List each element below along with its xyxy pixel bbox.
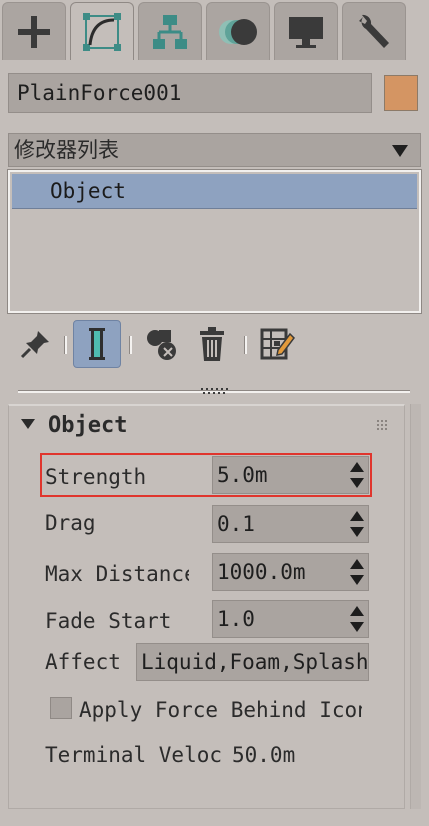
- collapse-triangle-icon[interactable]: [21, 419, 35, 429]
- spinner-arrows-icon[interactable]: [350, 606, 364, 632]
- command-panel-tabs: [0, 0, 429, 60]
- tab-utilities[interactable]: [342, 2, 406, 60]
- terminal-velocity-label: Terminal Veloc: [45, 743, 223, 767]
- object-name-field[interactable]: PlainForce001: [8, 73, 372, 113]
- apply-force-label[interactable]: Apply Force Behind Icon: [79, 698, 362, 722]
- strength-label: Strength: [45, 465, 147, 489]
- drag-label: Drag: [45, 511, 96, 535]
- strength-spinner[interactable]: 5.0m: [212, 456, 369, 494]
- affect-label: Affect: [45, 650, 121, 674]
- spinner-arrows-icon[interactable]: [350, 462, 364, 488]
- toolbar-separator: [64, 336, 67, 354]
- modifier-list-dropdown[interactable]: 修改器列表: [8, 133, 421, 167]
- drag-value: 0.1: [217, 512, 255, 536]
- configure-sets-icon: [260, 328, 295, 360]
- max-distance-value: 1000.0m: [217, 560, 306, 584]
- modifier-stack: Object: [7, 169, 422, 314]
- max-distance-spinner[interactable]: 1000.0m: [212, 553, 369, 591]
- configure-modifier-sets-button[interactable]: [253, 320, 301, 368]
- monitor-icon: [289, 16, 323, 48]
- modifier-list-label: 修改器列表: [14, 138, 119, 162]
- fade-start-value: 1.0: [217, 607, 255, 631]
- spinner-arrows-icon[interactable]: [350, 511, 364, 537]
- fade-start-spinner[interactable]: 1.0: [212, 600, 369, 638]
- motion-circles-icon: [219, 18, 257, 45]
- tab-modify[interactable]: [70, 2, 134, 60]
- tab-create[interactable]: [2, 2, 66, 60]
- fade-start-label: Fade Start: [45, 609, 172, 633]
- toolbar-separator: [244, 336, 247, 354]
- panel-scrollbar[interactable]: [410, 404, 421, 809]
- plus-icon: [18, 15, 50, 48]
- stack-item-object[interactable]: Object: [12, 174, 417, 209]
- make-unique-button[interactable]: [138, 320, 186, 368]
- wrench-icon: [359, 14, 389, 48]
- remove-modifier-button[interactable]: [188, 320, 236, 368]
- tab-display[interactable]: [274, 2, 338, 60]
- terminal-velocity-value[interactable]: 50.0m: [232, 743, 295, 767]
- curve-edit-icon: [83, 12, 121, 51]
- show-end-result-button[interactable]: [73, 320, 121, 368]
- pin-icon: [20, 331, 49, 359]
- apply-force-checkbox[interactable]: [50, 697, 72, 719]
- trash-icon: [200, 327, 224, 361]
- affect-field[interactable]: Liquid,Foam,Splash: [136, 643, 369, 681]
- hierarchy-icon: [153, 14, 187, 49]
- drag-spinner[interactable]: 0.1: [212, 505, 369, 543]
- max-distance-label: Max Distance: [45, 562, 189, 586]
- make-unique-icon: [147, 330, 176, 360]
- spinner-arrows-icon[interactable]: [350, 559, 364, 585]
- pin-stack-button[interactable]: [12, 320, 60, 368]
- object-color-swatch[interactable]: [384, 75, 418, 111]
- chevron-down-icon: [392, 145, 408, 157]
- tab-motion[interactable]: [206, 2, 270, 60]
- rollout-title[interactable]: Object: [48, 413, 127, 438]
- resize-grip-icon[interactable]: [199, 386, 229, 396]
- toolbar-separator: [129, 336, 132, 354]
- stack-toolbar: [0, 318, 429, 372]
- end-result-icon: [89, 328, 105, 360]
- strength-value: 5.0m: [217, 463, 268, 487]
- tab-hierarchy[interactable]: [138, 2, 202, 60]
- rollout-grip-icon[interactable]: [376, 419, 388, 431]
